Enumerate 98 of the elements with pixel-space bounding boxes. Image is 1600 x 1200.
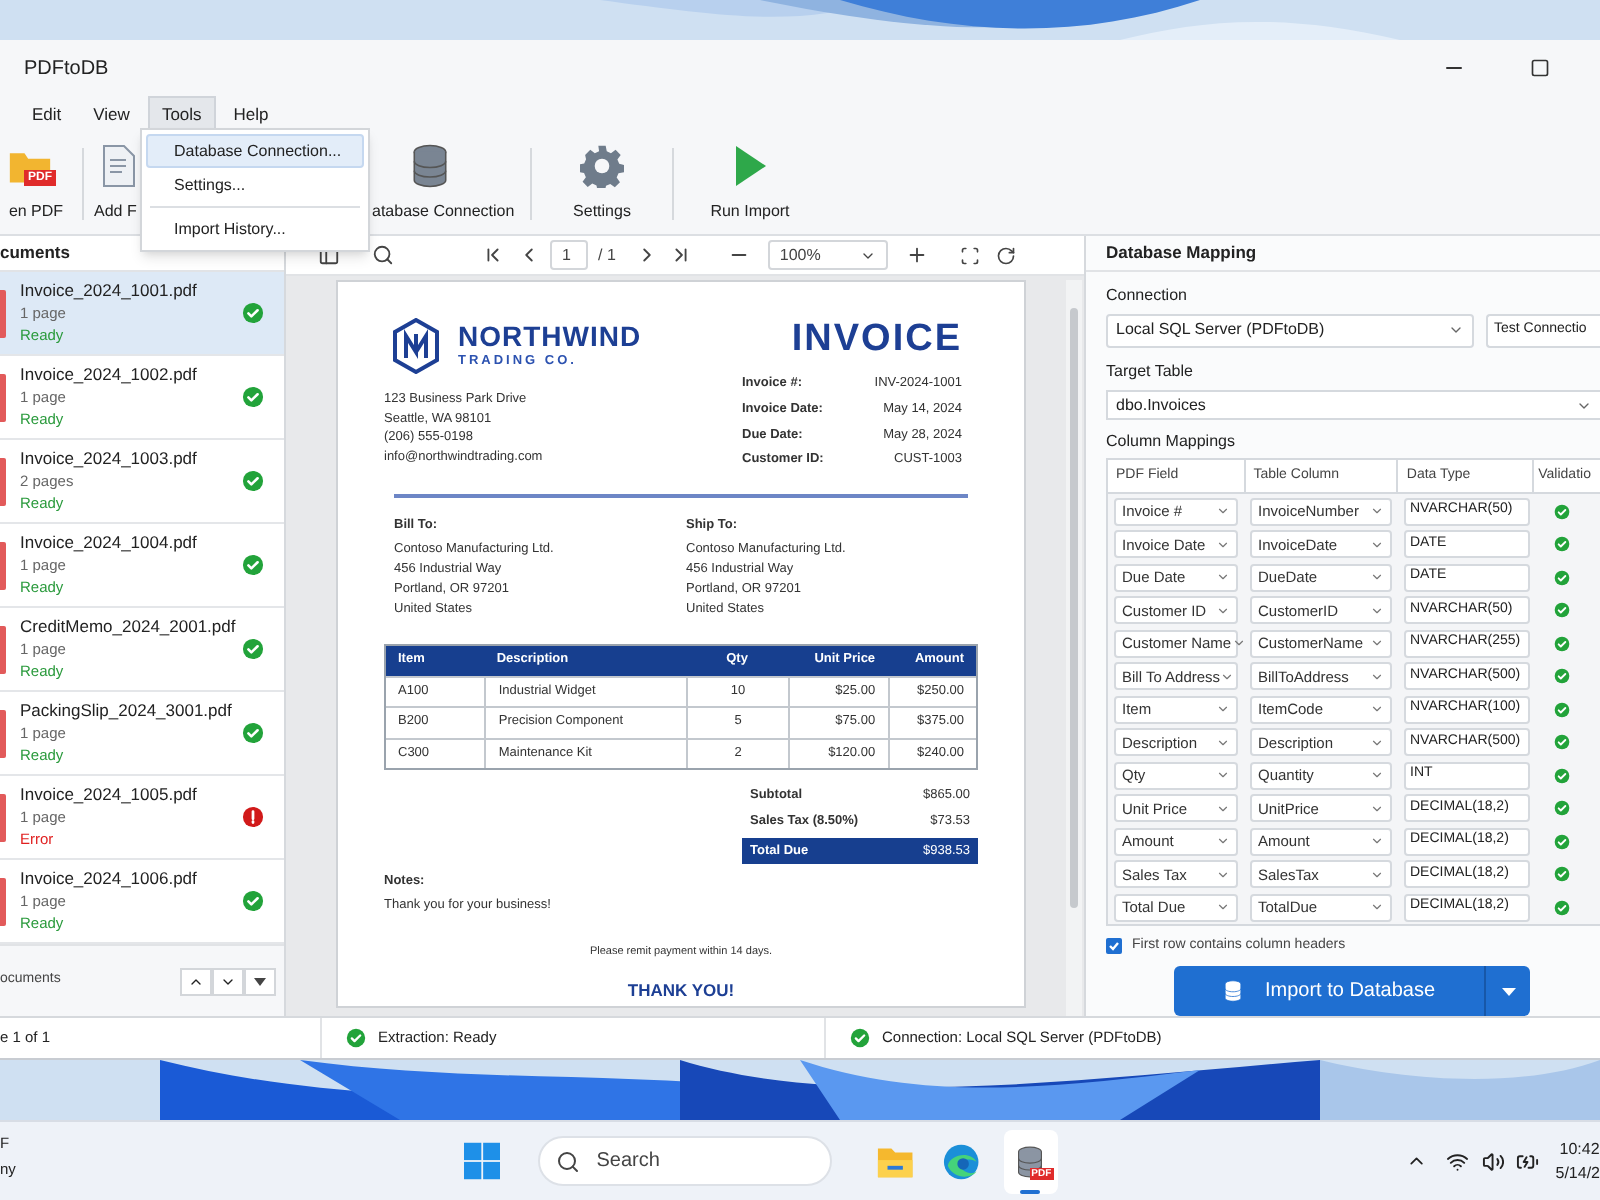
caret-icon bbox=[1501, 987, 1515, 996]
menu-option[interactable]: Settings... bbox=[146, 168, 364, 202]
file-name: Invoice_2024_1005.pdf bbox=[20, 784, 199, 806]
menu-item[interactable]: View bbox=[79, 95, 144, 133]
wifi-icon[interactable] bbox=[1446, 1149, 1470, 1173]
scrollbar-thumb[interactable] bbox=[1070, 308, 1078, 908]
chevron-down-icon bbox=[1370, 669, 1384, 684]
pdf-file-icon bbox=[0, 709, 6, 757]
chevron-down-icon bbox=[1370, 900, 1384, 915]
toolbar-button[interactable]: atabase Connection bbox=[372, 137, 520, 229]
taskbar-search-field[interactable]: Search bbox=[538, 1136, 833, 1186]
chevron-down-icon bbox=[1370, 603, 1384, 618]
first-page-icon[interactable] bbox=[482, 244, 504, 266]
chevron-down-icon bbox=[1216, 900, 1230, 915]
field-label: Connection bbox=[1106, 283, 1189, 308]
file-name: Invoice_2024_1006.pdf bbox=[20, 868, 199, 890]
pdf-file-icon bbox=[0, 373, 6, 421]
panel-title: cuments bbox=[0, 240, 70, 266]
pdf-file-icon bbox=[0, 793, 6, 841]
pdf-file-icon bbox=[0, 625, 6, 673]
move-up-button[interactable] bbox=[180, 967, 212, 995]
import-button[interactable]: Import to Database bbox=[1174, 966, 1484, 1016]
file-name: CreditMemo_2024_2001.pdf bbox=[20, 616, 238, 638]
file-name: Invoice_2024_1003.pdf bbox=[20, 448, 199, 470]
panel-title: Database Mapping bbox=[1106, 239, 1257, 266]
chevron-down-icon bbox=[1370, 636, 1384, 651]
rotate-icon[interactable] bbox=[995, 245, 1016, 265]
caret-icon bbox=[254, 977, 266, 985]
thank-you-text: THANK YOU! bbox=[627, 977, 735, 1003]
volume-icon[interactable] bbox=[1481, 1149, 1505, 1173]
chevron-down-icon bbox=[1216, 603, 1230, 618]
hexagon-logo-icon bbox=[392, 318, 440, 374]
windows-start-icon[interactable] bbox=[464, 1142, 501, 1180]
menu-item[interactable]: Edit bbox=[18, 95, 76, 133]
search-icon[interactable] bbox=[372, 244, 394, 266]
chevron-down-icon bbox=[1216, 504, 1230, 519]
field-label: Column Mappings bbox=[1106, 430, 1237, 455]
zoom-select[interactable]: 100% bbox=[767, 240, 888, 270]
chevron-down-icon bbox=[1216, 834, 1230, 849]
page-number-field[interactable]: 1 bbox=[550, 240, 588, 270]
maximize-icon[interactable] bbox=[1530, 58, 1550, 78]
import-options-button[interactable] bbox=[1484, 966, 1530, 1016]
zoom-in-icon[interactable] bbox=[905, 244, 928, 266]
chevron-down-icon bbox=[1216, 735, 1230, 750]
database-icon bbox=[1222, 980, 1245, 1003]
chevron-down-icon bbox=[1216, 801, 1230, 816]
file-name: Invoice_2024_1004.pdf bbox=[20, 532, 199, 554]
pdf-file-icon bbox=[0, 457, 6, 505]
pdf-file-icon bbox=[0, 289, 6, 337]
last-page-icon[interactable] bbox=[669, 244, 692, 266]
chevron-down-icon bbox=[1370, 504, 1384, 519]
database-icon bbox=[1014, 1145, 1047, 1177]
file-name: PackingSlip_2024_3001.pdf bbox=[20, 700, 234, 722]
chevron-down-icon bbox=[1370, 570, 1384, 585]
company-name: NORTHWIND bbox=[458, 320, 642, 353]
toolbar-button[interactable]: Run Import bbox=[684, 137, 816, 229]
menu-option[interactable]: Database Connection... bbox=[146, 134, 364, 168]
pdf-file-icon bbox=[0, 877, 6, 925]
settings-icon bbox=[580, 143, 624, 187]
menu-item[interactable]: Help bbox=[219, 95, 283, 133]
browser-icon[interactable] bbox=[941, 1141, 980, 1181]
chevron-down-icon bbox=[1216, 702, 1230, 717]
play-icon bbox=[732, 143, 768, 187]
clock-time: 10:42 bbox=[1559, 1137, 1600, 1161]
chevron-down-icon bbox=[1220, 669, 1235, 684]
file-name: Invoice_2024_1001.pdf bbox=[20, 280, 199, 302]
chevron-down-icon bbox=[1231, 636, 1246, 651]
clock-date: 5/14/2 bbox=[1555, 1161, 1600, 1185]
connection-select[interactable]: Local SQL Server (PDFtoDB) bbox=[1106, 313, 1474, 348]
chevron-down-icon bbox=[1370, 702, 1384, 717]
window-title: PDFtoDB bbox=[24, 55, 109, 83]
chevron-down-icon bbox=[1370, 735, 1384, 750]
chevron-down-icon bbox=[1370, 768, 1384, 783]
header-checkbox[interactable] bbox=[1106, 938, 1122, 955]
chevron-down-icon bbox=[1370, 867, 1384, 882]
pdf-file-icon bbox=[0, 541, 6, 589]
chevron-down-icon bbox=[1370, 834, 1384, 849]
database-icon bbox=[408, 143, 452, 187]
page-total: / 1 bbox=[598, 243, 616, 267]
chevron-down-icon bbox=[1216, 537, 1230, 552]
more-button[interactable] bbox=[244, 967, 276, 995]
chevron-down-icon bbox=[1216, 570, 1230, 585]
target-table-select[interactable]: dbo.Invoices bbox=[1106, 389, 1600, 421]
toolbar-button[interactable]: Add F bbox=[94, 137, 140, 229]
add-document-icon bbox=[100, 143, 140, 187]
fit-page-icon[interactable] bbox=[959, 245, 980, 265]
folder-icon[interactable] bbox=[876, 1143, 916, 1179]
invoice-title: INVOICE bbox=[791, 318, 962, 362]
chevron-down-icon bbox=[1216, 867, 1230, 882]
chevron-down-icon bbox=[1370, 537, 1384, 552]
chevron-down-icon bbox=[1370, 801, 1384, 816]
menu-option[interactable]: Import History... bbox=[146, 212, 364, 246]
file-name: Invoice_2024_1002.pdf bbox=[20, 364, 199, 386]
toolbar-button[interactable]: Settings bbox=[542, 137, 662, 229]
battery-icon[interactable] bbox=[1516, 1149, 1540, 1173]
chevron-down-icon bbox=[1216, 768, 1230, 783]
search-icon bbox=[556, 1149, 581, 1173]
field-label: Target Table bbox=[1106, 359, 1195, 384]
